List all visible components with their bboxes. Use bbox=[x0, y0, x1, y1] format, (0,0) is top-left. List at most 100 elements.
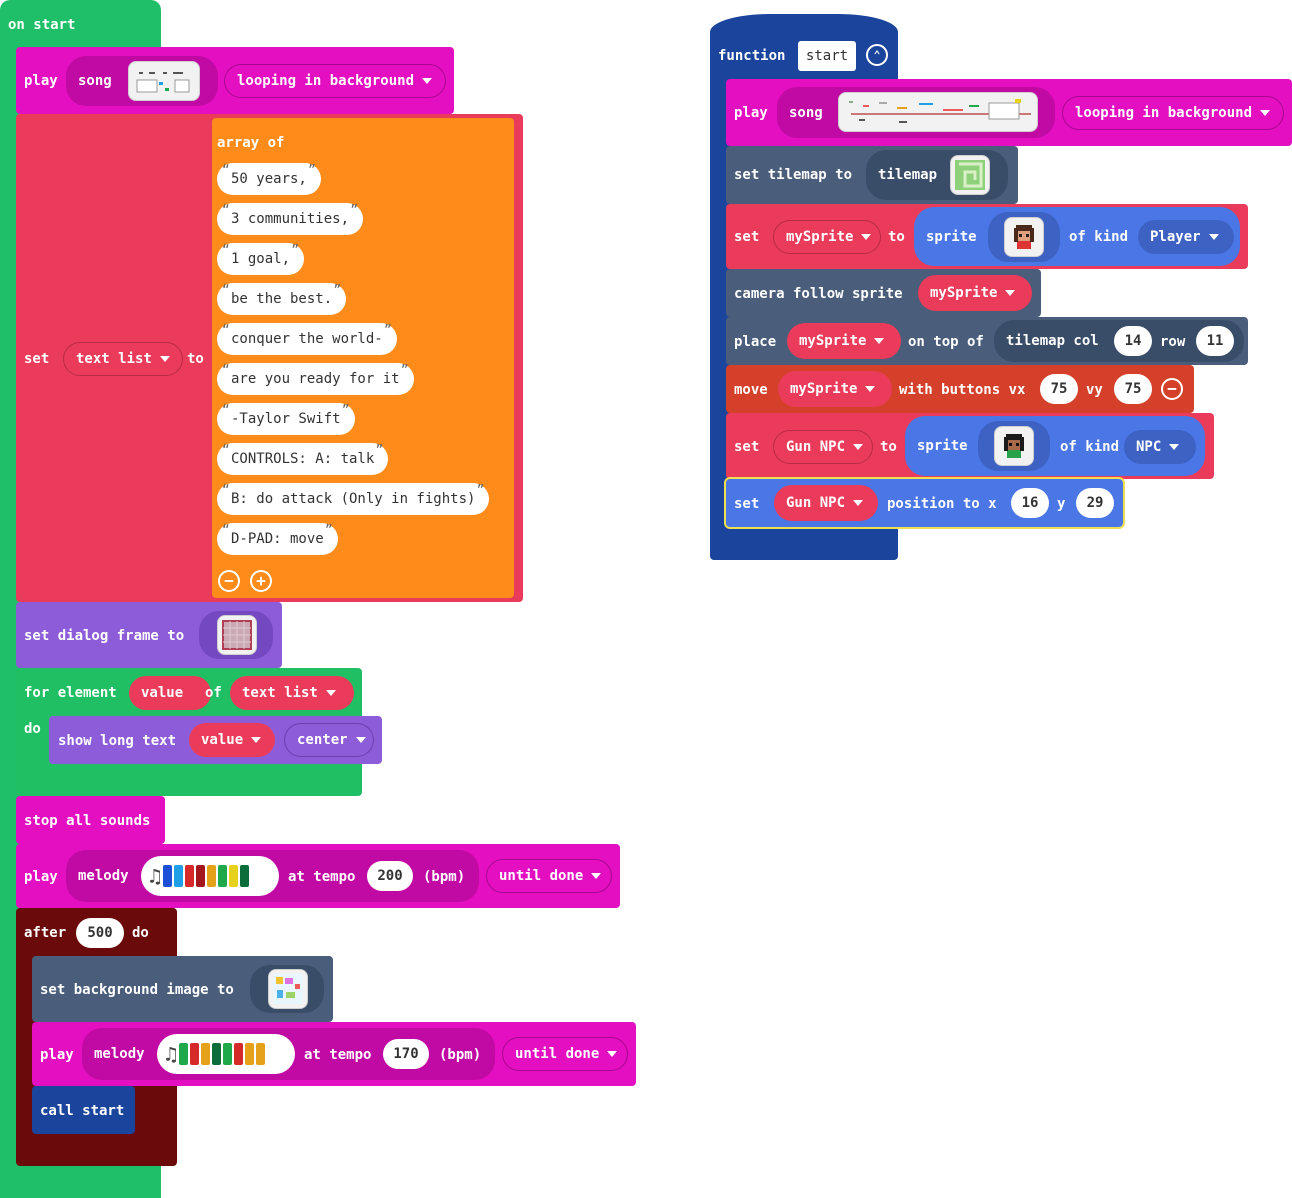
mysprite-variable-dropdown[interactable]: mySprite bbox=[773, 220, 881, 254]
plus-circle-icon[interactable]: + bbox=[250, 570, 272, 592]
npc-kind-dropdown[interactable]: NPC bbox=[1124, 430, 1196, 464]
row-input[interactable]: 11 bbox=[1196, 326, 1234, 356]
melody-notes-editor[interactable]: ♫ bbox=[141, 856, 279, 896]
value-variable[interactable]: value bbox=[129, 676, 211, 710]
camera-follow-label: camera follow sprite bbox=[734, 286, 903, 302]
array-item-3[interactable]: 1 goal, bbox=[217, 243, 305, 275]
do-label: do bbox=[24, 721, 41, 737]
column-input[interactable]: 14 bbox=[1114, 326, 1152, 356]
play-label: play bbox=[40, 1047, 74, 1063]
player-kind-dropdown[interactable]: Player bbox=[1138, 220, 1234, 254]
set-text-list-block[interactable]: set text list to array of 50 years, 3 co… bbox=[16, 114, 523, 602]
array-item-7[interactable]: -Taylor Swift bbox=[217, 403, 355, 435]
at-tempo-label: at tempo bbox=[304, 1047, 372, 1063]
song-thumbnail[interactable] bbox=[128, 61, 200, 101]
set-label: set bbox=[734, 229, 760, 245]
chevron-up-circle-icon[interactable]: ⌃ bbox=[866, 44, 888, 66]
set-label: set bbox=[24, 351, 50, 367]
set-position-block[interactable]: set Gun NPC position to x 16 y 29 bbox=[724, 477, 1125, 529]
set-dialog-frame-block[interactable]: set dialog frame to bbox=[16, 602, 282, 668]
play-label: play bbox=[734, 105, 768, 121]
music-note-icon: ♫ bbox=[165, 1042, 178, 1066]
call-start-block[interactable]: call start bbox=[32, 1086, 135, 1134]
mysprite-variable-dropdown[interactable]: mySprite bbox=[787, 323, 901, 359]
tempo-input[interactable]: 170 bbox=[383, 1039, 429, 1069]
npc-sprite-thumbnail[interactable] bbox=[994, 426, 1034, 466]
place-label: place bbox=[734, 334, 777, 350]
play-melody-block-1[interactable]: play melody ♫ at tempo 200 (bpm) until d… bbox=[16, 844, 620, 908]
mysprite-variable-dropdown[interactable]: mySprite bbox=[778, 371, 892, 407]
array-of-block[interactable]: array of 50 years, 3 communities, 1 goal… bbox=[212, 118, 514, 598]
sprite-label: sprite bbox=[926, 228, 977, 245]
tilemap-thumbnail[interactable] bbox=[950, 155, 990, 195]
move-with-buttons-block[interactable]: move mySprite with buttons vx 75 vy 75 − bbox=[726, 365, 1194, 413]
song-mode-dropdown[interactable]: looping in background bbox=[224, 64, 446, 98]
array-item-10[interactable]: D-PAD: move bbox=[217, 523, 338, 555]
row-label: row bbox=[1160, 334, 1186, 350]
melody-note bbox=[218, 865, 228, 887]
minus-circle-icon[interactable]: − bbox=[218, 570, 240, 592]
song-notes-icon bbox=[136, 72, 190, 93]
array-item-5[interactable]: conquer the world- bbox=[217, 323, 397, 355]
melody-note-bars bbox=[163, 865, 250, 887]
array-item-9[interactable]: B: do attack (Only in fights) bbox=[217, 483, 490, 515]
song-thumbnail[interactable] bbox=[838, 92, 1038, 132]
play-label: play bbox=[24, 869, 58, 885]
text-list-dropdown[interactable]: text list bbox=[230, 676, 354, 710]
tempo-input[interactable]: 200 bbox=[367, 861, 413, 891]
play-melody-block-2[interactable]: play melody ♫ at tempo 170 (bpm) until d… bbox=[32, 1022, 636, 1086]
x-input[interactable]: 16 bbox=[1011, 488, 1049, 518]
text-list-variable-dropdown[interactable]: text list bbox=[63, 342, 183, 376]
to-label: to bbox=[888, 229, 905, 245]
background-image-icon bbox=[273, 974, 303, 1004]
set-tilemap-block[interactable]: set tilemap to tilemap bbox=[726, 146, 1018, 204]
melody-notes-editor[interactable]: ♫ bbox=[157, 1034, 295, 1074]
background-image-thumbnail[interactable] bbox=[268, 969, 308, 1009]
alignment-dropdown[interactable]: center bbox=[284, 723, 374, 757]
show-long-text-block[interactable]: show long text value center bbox=[49, 716, 382, 764]
of-kind-label: of kind bbox=[1060, 439, 1120, 455]
melody-note bbox=[234, 1043, 244, 1065]
at-tempo-label: at tempo bbox=[288, 869, 356, 885]
stop-all-sounds-label: stop all sounds bbox=[24, 813, 151, 829]
set-gun-npc-block[interactable]: set Gun NPC to sprite of kind NPC bbox=[726, 413, 1214, 479]
melody-note bbox=[163, 865, 173, 887]
array-item-4[interactable]: be the best. bbox=[217, 283, 347, 315]
y-input[interactable]: 29 bbox=[1076, 488, 1114, 518]
delay-input[interactable]: 500 bbox=[76, 918, 124, 948]
tilemap-col-label: tilemap col bbox=[1006, 333, 1099, 349]
set-mysprite-block[interactable]: set mySprite to sprite of kind Player bbox=[726, 204, 1248, 269]
array-item-2[interactable]: 3 communities, bbox=[217, 203, 364, 235]
set-label: set bbox=[734, 439, 760, 455]
melody-mode-dropdown[interactable]: until done bbox=[502, 1037, 628, 1071]
value-variable-dropdown[interactable]: value bbox=[189, 723, 275, 757]
melody-note bbox=[212, 1043, 222, 1065]
play-song-block[interactable]: play song looping in background bbox=[16, 47, 454, 114]
set-background-image-block[interactable]: set background image to bbox=[32, 956, 333, 1022]
array-item-8[interactable]: CONTROLS: A: talk bbox=[217, 443, 389, 475]
melody-note-bars bbox=[179, 1043, 266, 1065]
song-label: song bbox=[789, 104, 823, 121]
stop-all-sounds-block[interactable]: stop all sounds bbox=[16, 796, 165, 844]
function-name-input[interactable]: start bbox=[798, 41, 856, 71]
player-sprite-thumbnail[interactable] bbox=[1004, 217, 1044, 257]
do-label: do bbox=[132, 925, 149, 941]
tilemap-label: tilemap bbox=[878, 167, 938, 183]
place-on-tilemap-block[interactable]: place mySprite on top of tilemap col 14 … bbox=[726, 317, 1248, 365]
vy-input[interactable]: 75 bbox=[1114, 374, 1152, 404]
camera-follow-block[interactable]: camera follow sprite mySprite bbox=[726, 269, 1041, 317]
play-song-block-2[interactable]: play song looping in background bbox=[726, 79, 1292, 146]
to-label: to bbox=[880, 439, 897, 455]
song-mode-dropdown[interactable]: looping in background bbox=[1062, 96, 1284, 130]
gun-npc-variable-dropdown[interactable]: Gun NPC bbox=[773, 430, 873, 464]
gun-npc-variable-dropdown[interactable]: Gun NPC bbox=[774, 485, 878, 521]
array-of-label: array of bbox=[217, 135, 285, 151]
array-item-1[interactable]: 50 years, bbox=[217, 163, 321, 195]
melody-mode-dropdown[interactable]: until done bbox=[486, 859, 612, 893]
vx-input[interactable]: 75 bbox=[1040, 374, 1078, 404]
minus-circle-icon[interactable]: − bbox=[1161, 378, 1183, 400]
array-item-6[interactable]: are you ready for it bbox=[217, 363, 414, 395]
dialog-frame-thumbnail[interactable] bbox=[217, 615, 257, 655]
mysprite-variable-dropdown[interactable]: mySprite bbox=[918, 275, 1032, 311]
melody-note bbox=[190, 1043, 200, 1065]
